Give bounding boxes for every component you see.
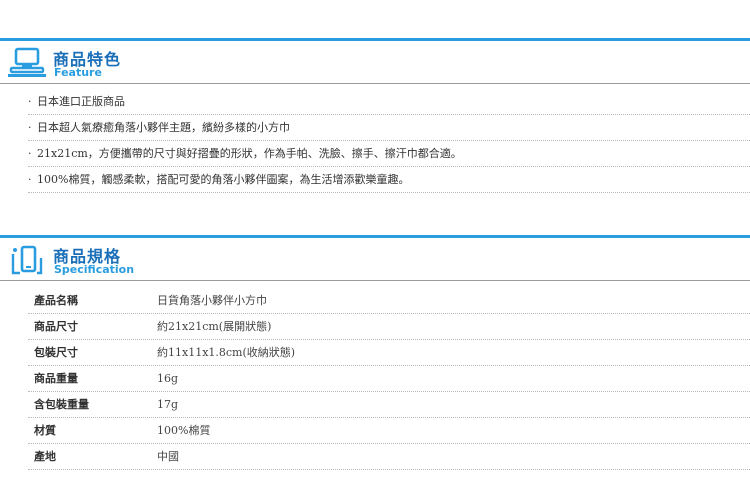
spec-row: 產品名稱 日貨角落小夥伴小方巾 [28,288,750,314]
bullet-dot: · [28,173,32,186]
feature-item: · 100%棉質，觸感柔軟，搭配可愛的角落小夥伴圖案，為生活增添歡樂童趣。 [28,167,750,193]
spec-label: 包裝尺寸 [34,346,78,359]
feature-divider [0,83,750,84]
spec-row: 產地 中國 [28,444,750,470]
spec-row: 商品重量 16g [28,366,750,392]
feature-item-text: 日本進口正版商品 [37,95,125,108]
spec-subtitle: Specification [54,263,135,276]
spec-divider [0,280,750,281]
feature-header: 商品特色 Feature [0,41,750,83]
feature-item-text: 21x21cm，方便攜帶的尺寸與好摺疊的形狀，作為手帕、洗臉、擦手、擦汗巾都合適… [37,147,462,160]
bullet-dot: · [28,95,32,108]
feature-subtitle: Feature [54,66,102,79]
spec-value: 100%棉質 [157,424,211,437]
spec-value: 約11x11x1.8cm(收納狀態) [157,346,296,359]
spec-label: 材質 [34,424,56,437]
feature-section: 商品特色 Feature · 日本進口正版商品 · 日本超人氣療癒角落小夥伴主題，繽… [0,38,750,193]
spec-label: 產地 [34,450,56,463]
spec-row: 商品尺寸 約21x21cm(展開狀態) [28,314,750,340]
bullet-dot: · [28,147,32,160]
spec-label: 產品名稱 [34,294,78,307]
feature-item: · 21x21cm，方便攜帶的尺寸與好摺疊的形狀，作為手帕、洗臉、擦手、擦汗巾都合… [28,141,750,167]
spec-value: 中國 [157,450,179,463]
spec-row: 材質 100%棉質 [28,418,750,444]
spec-label: 商品重量 [34,372,78,385]
mobile-icon [11,245,43,275]
spec-label: 商品尺寸 [34,320,78,333]
spec-table: 產品名稱 日貨角落小夥伴小方巾 商品尺寸 約21x21cm(展開狀態) 包裝尺寸 約1… [0,288,750,470]
feature-list: · 日本進口正版商品 · 日本超人氣療癒角落小夥伴主題，繽紛多樣的小方巾 · 21x2… [0,89,750,193]
spec-value: 16g [157,372,179,385]
spec-value: 日貨角落小夥伴小方巾 [157,294,267,307]
spec-label: 含包裝重量 [34,398,89,411]
feature-item-text: 100%棉質，觸感柔軟，搭配可愛的角落小夥伴圖案，為生活增添歡樂童趣。 [37,173,410,186]
feature-item: · 日本超人氣療癒角落小夥伴主題，繽紛多樣的小方巾 [28,115,750,141]
spec-row: 含包裝重量 17g [28,392,750,418]
spec-value: 約21x21cm(展開狀態) [157,320,272,333]
monitor-icon [8,47,46,77]
bullet-dot: · [28,121,32,134]
spec-section: 商品規格 Specification 產品名稱 日貨角落小夥伴小方巾 商品尺寸 約2… [0,235,750,470]
spec-value: 17g [157,398,179,411]
feature-item-text: 日本超人氣療癒角落小夥伴主題，繽紛多樣的小方巾 [37,121,290,134]
feature-item: · 日本進口正版商品 [28,89,750,115]
spec-row: 包裝尺寸 約11x11x1.8cm(收納狀態) [28,340,750,366]
spec-header: 商品規格 Specification [0,238,750,280]
